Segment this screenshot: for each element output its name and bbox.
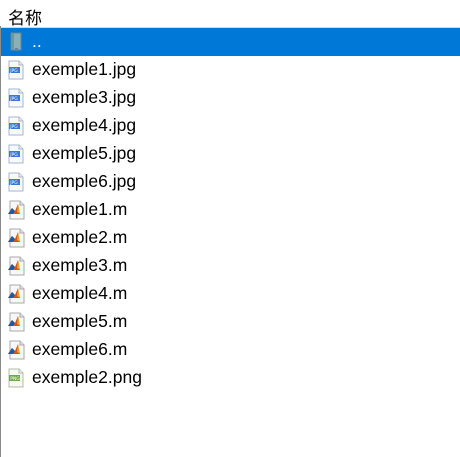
- list-item-matlab[interactable]: exemple3.m: [1, 252, 460, 280]
- jpg-file-icon: JPG: [7, 88, 25, 108]
- list-item-png[interactable]: PNG exemple2.png: [1, 364, 460, 392]
- file-browser: 名称 .. JPG exemple1.jpg JPG exemple3.jpg …: [0, 0, 460, 457]
- svg-text:JPG: JPG: [9, 124, 18, 130]
- svg-text:JPG: JPG: [9, 68, 18, 74]
- file-name: exemple1.jpg: [32, 59, 137, 79]
- jpg-file-icon: JPG: [7, 60, 25, 80]
- file-name: exemple6.m: [32, 339, 128, 359]
- jpg-file-icon: JPG: [7, 116, 25, 136]
- svg-text:JPG: JPG: [9, 96, 18, 102]
- list-item-matlab[interactable]: exemple5.m: [1, 308, 460, 336]
- matlab-file-icon: [7, 228, 25, 248]
- list-item-matlab[interactable]: exemple1.m: [1, 196, 460, 224]
- list-item-matlab[interactable]: exemple2.m: [1, 224, 460, 252]
- list-item-jpg[interactable]: JPG exemple6.jpg: [1, 168, 460, 196]
- name-column-header[interactable]: 名称: [8, 4, 42, 29]
- jpg-file-icon: JPG: [7, 144, 25, 164]
- file-list: .. JPG exemple1.jpg JPG exemple3.jpg JPG…: [1, 28, 460, 392]
- list-item-parent-folder[interactable]: ..: [1, 28, 460, 56]
- list-item-jpg[interactable]: JPG exemple3.jpg: [1, 84, 460, 112]
- list-item-jpg[interactable]: JPG exemple5.jpg: [1, 140, 460, 168]
- list-item-jpg[interactable]: JPG exemple1.jpg: [1, 56, 460, 84]
- folder-up-icon: [7, 32, 25, 52]
- file-name: exemple1.m: [32, 199, 128, 219]
- svg-text:PNG: PNG: [10, 376, 20, 382]
- list-item-matlab[interactable]: exemple4.m: [1, 280, 460, 308]
- matlab-file-icon: [7, 284, 25, 304]
- matlab-file-icon: [7, 200, 25, 220]
- file-name: ..: [32, 31, 42, 51]
- file-name: exemple3.jpg: [32, 87, 137, 107]
- file-name: exemple2.png: [32, 367, 142, 387]
- list-item-matlab[interactable]: exemple6.m: [1, 336, 460, 364]
- png-file-icon: PNG: [7, 368, 25, 388]
- svg-text:JPG: JPG: [9, 152, 18, 158]
- file-name: exemple3.m: [32, 255, 128, 275]
- matlab-file-icon: [7, 312, 25, 332]
- svg-text:JPG: JPG: [9, 180, 18, 186]
- file-name: exemple5.jpg: [32, 143, 137, 163]
- file-name: exemple2.m: [32, 227, 128, 247]
- column-header[interactable]: 名称: [0, 0, 460, 29]
- file-name: exemple4.jpg: [32, 115, 137, 135]
- matlab-file-icon: [7, 340, 25, 360]
- list-item-jpg[interactable]: JPG exemple4.jpg: [1, 112, 460, 140]
- file-name: exemple5.m: [32, 311, 128, 331]
- file-name: exemple4.m: [32, 283, 128, 303]
- file-name: exemple6.jpg: [32, 171, 137, 191]
- matlab-file-icon: [7, 256, 25, 276]
- jpg-file-icon: JPG: [7, 172, 25, 192]
